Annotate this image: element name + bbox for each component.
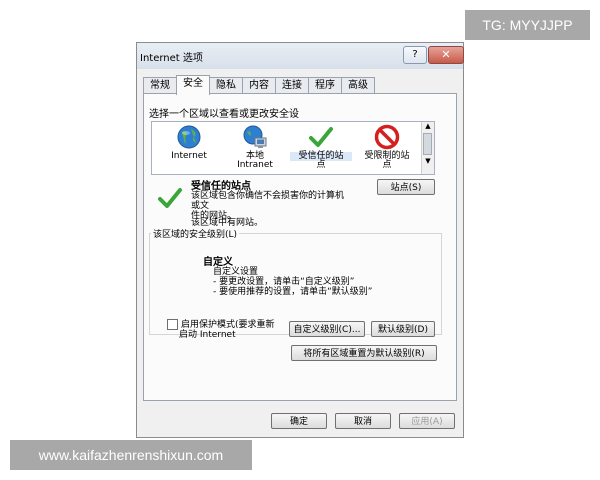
scroll-down-icon[interactable]: ▼ (422, 157, 434, 166)
zone-label-line2: 点 (316, 160, 326, 170)
tab-general[interactable]: 常规 (143, 77, 177, 94)
scroll-thumb[interactable] (423, 133, 432, 155)
check-icon (308, 124, 334, 150)
custom-level-description: 自定义设置 - 要更改设置，请单击“自定义级别” - 要使用推荐的设置，请单击“… (213, 267, 372, 297)
globe-icon (176, 124, 202, 150)
zone-local-intranet[interactable]: 本地 Intranet (224, 124, 286, 170)
selected-zone-title: 受信任的站点 (191, 181, 251, 192)
zone-label-line2: 点 (382, 160, 392, 170)
close-button[interactable]: ✕ (428, 46, 464, 64)
custom-line-2: - 要更改设置，请单击“自定义级别” (213, 277, 355, 287)
intranet-icon (242, 124, 268, 150)
internet-options-dialog: Internet 选项 ? ✕ 常规 安全 隐私 内容 连接 程序 高级 选择一… (136, 42, 464, 438)
zone-trusted-sites[interactable]: 受信任的站 点 (290, 124, 352, 170)
zones-section-label: 选择一个区域以查看或更改安全设 (149, 109, 299, 120)
zones-scrollbar[interactable]: ▲ ▼ (421, 122, 434, 174)
reset-all-zones-button[interactable]: 将所有区域重置为默认级别(R) (291, 345, 437, 361)
default-level-button[interactable]: 默认级别(D) (371, 321, 435, 337)
protected-mode-option[interactable]: 启用保护模式(要求重新 启动 Internet (167, 319, 275, 340)
trusted-check-icon (157, 185, 183, 211)
custom-line-3: - 要使用推荐的设置，请单击“默认级别” (213, 287, 373, 297)
tab-connections[interactable]: 连接 (275, 77, 309, 94)
tab-privacy[interactable]: 隐私 (209, 77, 243, 94)
zone-internet[interactable]: Internet (158, 124, 220, 161)
no-entry-icon (374, 124, 400, 150)
help-button[interactable]: ? (403, 46, 427, 64)
zone-label: Internet (171, 151, 207, 161)
scroll-up-icon[interactable]: ▲ (422, 122, 434, 131)
zone-label-line2: Intranet (237, 160, 273, 170)
cancel-button[interactable]: 取消 (335, 413, 391, 429)
custom-line-1: 自定义设置 (213, 267, 259, 277)
tab-security[interactable]: 安全 (176, 75, 210, 95)
security-level-label: 该区域的安全级别(L) (151, 227, 240, 240)
tab-programs[interactable]: 程序 (308, 77, 342, 94)
watermark-bottom-left: www.kaifazhenrenshixun.com (10, 440, 252, 470)
protected-mode-checkbox[interactable] (167, 319, 178, 330)
zone-restricted-sites[interactable]: 受限制的站 点 (356, 124, 418, 170)
custom-level-title: 自定义 (203, 257, 233, 268)
apply-button[interactable]: 应用(A) (399, 413, 455, 429)
title-bar: Internet 选项 ? ✕ (137, 43, 464, 69)
custom-level-button[interactable]: 自定义级别(C)... (289, 321, 365, 337)
protected-mode-label-1: 启用保护模式(要求重新 (181, 320, 275, 330)
watermark-top-right: TG: MYYJJPP (465, 10, 590, 40)
description-line-1: 该区域包含你确信不会损害你的计算机或文 (191, 191, 345, 211)
zones-list: Internet 本地 Intranet 受信任的站 点 受限制的站 点 ▲ ▼ (151, 121, 435, 175)
protected-mode-label-2: 启动 Internet (179, 330, 236, 340)
sites-button[interactable]: 站点(S) (377, 179, 435, 195)
window-title: Internet 选项 (140, 53, 203, 64)
tab-strip: 常规 安全 隐私 内容 连接 程序 高级 (143, 75, 375, 95)
tab-content[interactable]: 内容 (242, 77, 276, 94)
ok-button[interactable]: 确定 (271, 413, 327, 429)
tab-advanced[interactable]: 高级 (341, 77, 375, 94)
